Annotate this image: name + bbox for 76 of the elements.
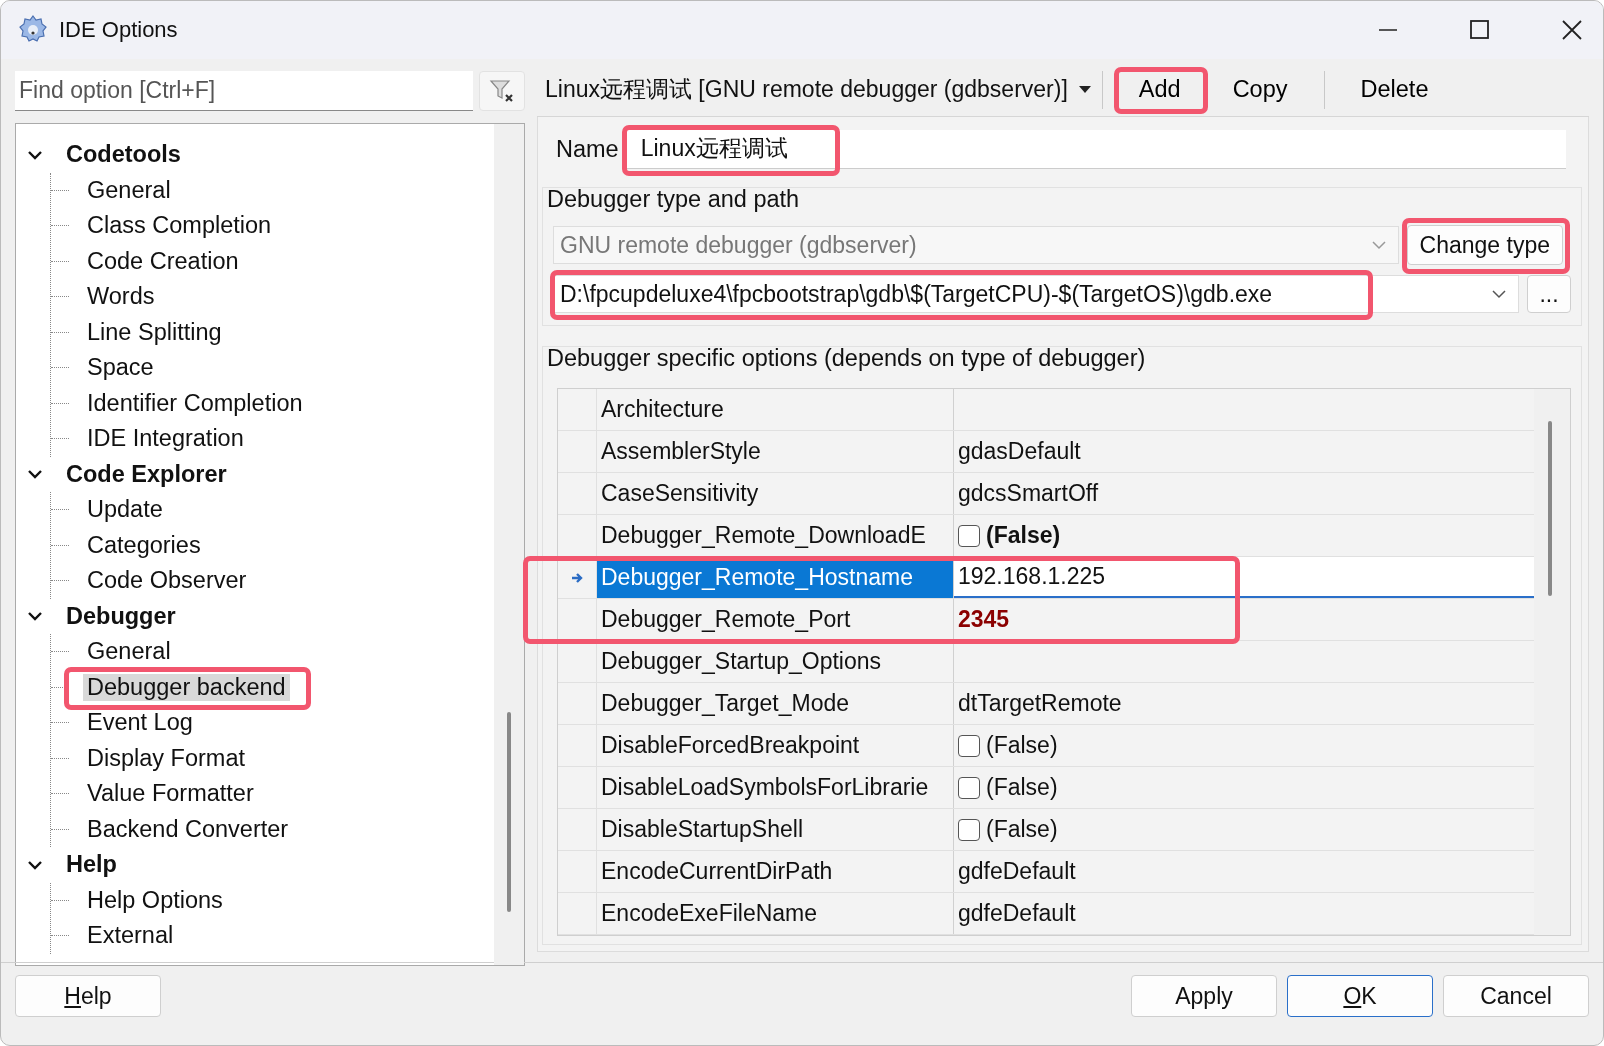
property-name[interactable]: Debugger_Remote_DownloadE xyxy=(597,515,954,556)
current-row-arrow-icon xyxy=(571,572,583,583)
group-title: Debugger type and path xyxy=(546,186,801,214)
tree-item[interactable]: Class Completion xyxy=(83,212,276,240)
profile-dropdown[interactable]: Linux远程调试 [GNU remote debugger (gdbserver)] xyxy=(537,74,1092,105)
dialog-button[interactable]: OK xyxy=(1287,975,1433,1017)
property-value: (False) xyxy=(986,816,1058,843)
toolbar-button[interactable]: Add xyxy=(1116,70,1203,109)
chevron-down-icon[interactable] xyxy=(1492,289,1506,299)
tree-item[interactable]: General xyxy=(83,176,175,204)
property-value: dtTargetRemote xyxy=(958,690,1122,717)
tree-item[interactable]: Value Formatter xyxy=(83,780,258,808)
tree-item[interactable]: Debugger xyxy=(62,602,180,630)
filter-clear-icon xyxy=(489,78,515,104)
tree-item[interactable]: Code Explorer xyxy=(62,460,231,488)
property-name[interactable]: Debugger_Startup_Options xyxy=(597,641,954,682)
checkbox[interactable] xyxy=(958,776,980,799)
search-field[interactable]: Find option [Ctrl+F] xyxy=(15,71,473,111)
tree-item[interactable]: External xyxy=(83,922,178,950)
property-name[interactable]: Debugger_Remote_Port xyxy=(597,599,954,640)
property-value: 2345 xyxy=(958,606,1010,633)
property-name[interactable]: DisableStartupShell xyxy=(597,809,954,850)
scrollbar-thumb[interactable] xyxy=(507,712,511,912)
tree-item[interactable]: Event Log xyxy=(83,709,197,737)
tree-item[interactable]: Words xyxy=(83,283,159,311)
clear-filter-button[interactable] xyxy=(479,71,525,111)
tree-item[interactable]: Code Observer xyxy=(83,567,251,595)
caret-icon xyxy=(1077,85,1092,94)
checkbox[interactable] xyxy=(958,818,980,841)
tree-item[interactable]: IDE Integration xyxy=(83,425,248,453)
property-name[interactable]: Architecture xyxy=(597,389,954,430)
name-label: Name xyxy=(556,135,619,163)
property-value: (False) xyxy=(986,732,1058,759)
property-name[interactable]: Debugger_Target_Mode xyxy=(597,683,954,724)
scrollbar-thumb[interactable] xyxy=(1548,421,1552,596)
dialog-button[interactable]: Apply xyxy=(1131,975,1277,1017)
group-title: Debugger specific options (depends on type of debugger) xyxy=(546,345,1147,373)
property-name[interactable]: DisableLoadSymbolsForLibrarie xyxy=(597,767,954,808)
tree-item[interactable]: Categories xyxy=(83,531,205,559)
property-value: (False) xyxy=(986,522,1061,549)
tree-item[interactable]: Help Options xyxy=(83,886,227,914)
property-name[interactable]: CaseSensitivity xyxy=(597,473,954,514)
property-value: (False) xyxy=(986,774,1058,801)
chevron-down-icon xyxy=(1371,240,1386,250)
property-value: gdfeDefault xyxy=(958,900,1076,927)
tree-item[interactable]: Space xyxy=(83,354,158,382)
property-value: gdfeDefault xyxy=(958,858,1076,885)
maximize-icon[interactable] xyxy=(1469,20,1491,40)
property-name[interactable]: AssemblerStyle xyxy=(597,431,954,472)
tree-item[interactable]: Backend Converter xyxy=(83,815,293,843)
name-field[interactable]: Linux远程调试 xyxy=(624,129,1566,169)
checkbox[interactable] xyxy=(958,524,980,547)
tree-item[interactable]: Line Splitting xyxy=(83,318,226,346)
tree-item[interactable]: General xyxy=(83,638,175,666)
dialog-button[interactable]: Cancel xyxy=(1443,975,1589,1017)
property-name[interactable]: EncodeExeFileName xyxy=(597,893,954,934)
tree-item[interactable]: Display Format xyxy=(83,744,249,772)
tree-item[interactable]: Update xyxy=(83,496,167,524)
property-value: gdasDefault xyxy=(958,438,1081,465)
dialog-button[interactable]: Help xyxy=(15,975,161,1017)
tree-item[interactable]: Help xyxy=(62,851,121,879)
toolbar-button[interactable]: Delete xyxy=(1338,70,1451,109)
tree-item[interactable]: Codetools xyxy=(62,141,185,169)
tree-item[interactable]: Debugger backend xyxy=(83,673,290,701)
property-name[interactable]: DisableForcedBreakpoint xyxy=(597,725,954,766)
browse-button[interactable]: ... xyxy=(1527,275,1571,313)
close-icon[interactable] xyxy=(1561,20,1583,40)
property-value: gdcsSmartOff xyxy=(958,480,1099,507)
property-name[interactable]: EncodeCurrentDirPath xyxy=(597,851,954,892)
change-type-button[interactable]: Change type xyxy=(1406,225,1563,265)
path-field[interactable]: D:\fpcupdeluxe4\fpcbootstrap\gdb\$(TargetCPU)-$(TargetOS)\gdb.exe xyxy=(553,275,1519,313)
tree-item[interactable]: Code Creation xyxy=(83,247,243,275)
tree-item[interactable]: Identifier Completion xyxy=(83,389,307,417)
window-title: IDE Options xyxy=(59,17,178,43)
toolbar-button[interactable]: Copy xyxy=(1210,70,1310,109)
checkbox[interactable] xyxy=(958,734,980,757)
